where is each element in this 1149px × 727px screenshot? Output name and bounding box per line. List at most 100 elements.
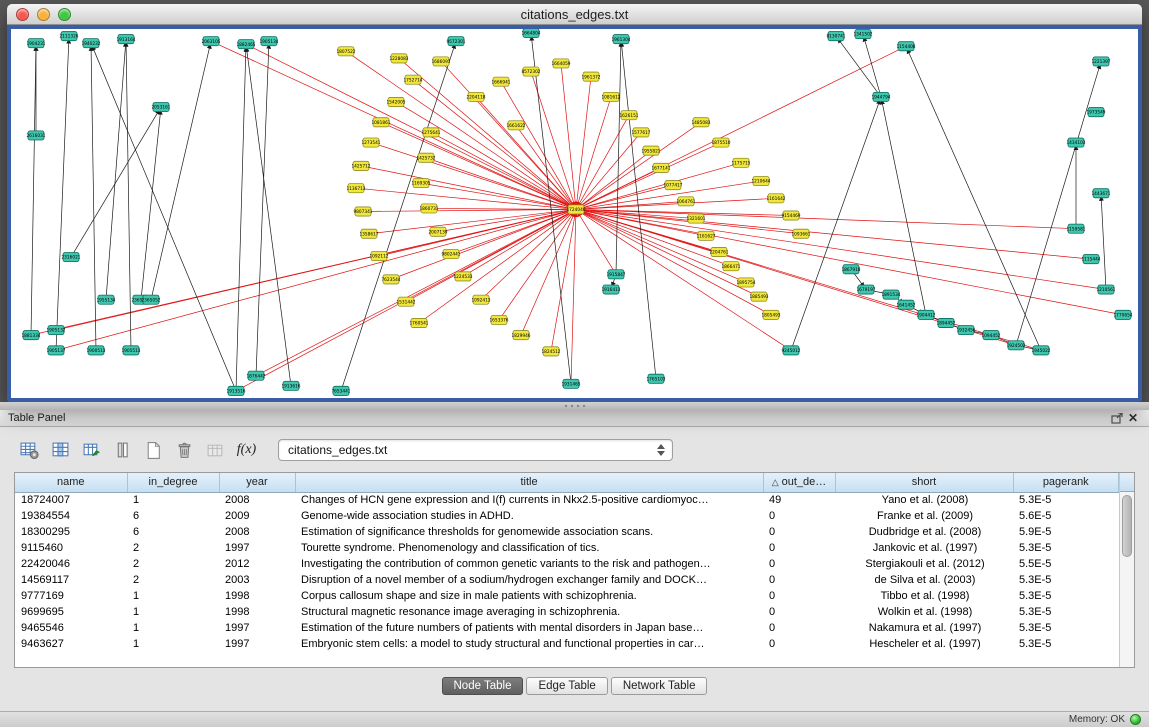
graph-node[interactable]: 1677141 — [651, 163, 670, 172]
graph-node[interactable]: 1867918 — [841, 265, 860, 274]
graph-node[interactable]: 1913616 — [281, 381, 300, 390]
graph-node[interactable]: 1916413 — [601, 285, 620, 294]
table-cell[interactable]: de Silva et al. (2003) — [835, 572, 1013, 588]
table-cell[interactable]: 5.6E-5 — [1013, 508, 1119, 524]
graph-node[interactable]: 1666941 — [491, 77, 510, 86]
graph-node[interactable]: 1154408 — [896, 42, 915, 51]
graph-node[interactable]: 2316021 — [61, 253, 80, 262]
graph-node[interactable]: 1904412 — [916, 310, 935, 319]
graph-node[interactable]: 1891534 — [881, 290, 900, 299]
splitter-handle-icon[interactable] — [563, 404, 587, 408]
graph-node[interactable]: 9572301 — [446, 37, 465, 46]
graph-node[interactable]: 1425712 — [351, 161, 370, 170]
table-cell[interactable]: 5.3E-5 — [1013, 540, 1119, 556]
table-cell[interactable]: 5.3E-5 — [1013, 492, 1119, 508]
graph-node[interactable]: 1425732 — [416, 153, 435, 162]
graph-node[interactable]: 1961304 — [611, 35, 630, 44]
table-cell[interactable]: Disruption of a novel member of a sodium… — [295, 572, 763, 588]
table-cell[interactable]: 1 — [127, 492, 219, 508]
table-cell[interactable]: 1 — [127, 636, 219, 652]
graph-node[interactable]: 2204118 — [466, 92, 485, 101]
graph-node[interactable]: 1159581 — [1066, 224, 1085, 233]
graph-node[interactable]: 1210561 — [1096, 285, 1115, 294]
table-cell[interactable]: 1997 — [219, 620, 295, 636]
table-cell[interactable]: Investigating the contribution of common… — [295, 556, 763, 572]
graph-node[interactable]: 1945022 — [1031, 346, 1050, 355]
graph-node[interactable]: 1894452 — [936, 318, 955, 327]
graph-node[interactable]: 1944794 — [871, 92, 890, 101]
table-cell[interactable]: Tourette syndrome. Phenomenology and cla… — [295, 540, 763, 556]
graph-node[interactable]: 2053161 — [151, 102, 170, 111]
table-cell[interactable]: Jankovic et al. (1997) — [835, 540, 1013, 556]
table-cell[interactable]: 19384554 — [15, 508, 127, 524]
graph-node[interactable]: 1900513 — [86, 346, 105, 355]
graph-node[interactable]: 1895754 — [736, 278, 755, 287]
graph-node[interactable]: 1221397 — [1091, 57, 1110, 66]
graph-node[interactable]: 1081612 — [601, 92, 620, 101]
table-cell[interactable]: 0 — [763, 604, 835, 620]
table-cell[interactable]: 2008 — [219, 524, 295, 540]
table-source-dropdown[interactable]: citations_edges.txt — [278, 439, 673, 461]
column-chooser-button[interactable] — [47, 437, 74, 463]
table-cell[interactable]: 0 — [763, 524, 835, 540]
table-cell[interactable]: 5.3E-5 — [1013, 588, 1119, 604]
table-cell[interactable]: 2012 — [219, 556, 295, 572]
graph-node[interactable]: 9154469 — [781, 211, 800, 220]
window-titlebar[interactable]: citations_edges.txt — [7, 4, 1142, 25]
tab-network-table[interactable]: Network Table — [611, 677, 708, 695]
graph-node[interactable]: 8572302 — [521, 67, 540, 76]
graph-node[interactable]: 1924502 — [1006, 341, 1025, 350]
graph-node[interactable]: 7653441 — [331, 386, 350, 395]
table-cell[interactable]: 6 — [127, 508, 219, 524]
close-window-button[interactable] — [16, 8, 29, 21]
column-header-name[interactable]: name — [15, 473, 127, 492]
tab-node-table[interactable]: Node Table — [442, 677, 524, 695]
graph-node[interactable]: 1882465 — [236, 40, 255, 49]
graph-node[interactable]: 1321601 — [686, 214, 705, 223]
graph-node[interactable]: 1661622 — [506, 121, 525, 130]
graph-node[interactable]: 1273541 — [361, 138, 380, 147]
zoom-window-button[interactable] — [58, 8, 71, 21]
graph-node[interactable]: 1905137 — [46, 346, 65, 355]
graph-node[interactable]: 1664059 — [551, 59, 570, 68]
graph-node[interactable]: 1094452 — [981, 331, 1000, 340]
graph-node[interactable]: 1485083 — [691, 118, 710, 127]
table-cell[interactable]: 22420046 — [15, 556, 127, 572]
column-header-title[interactable]: title — [295, 473, 763, 492]
graph-node[interactable]: 1905132 — [46, 326, 65, 335]
table-cell[interactable]: 5.3E-5 — [1013, 620, 1119, 636]
graph-node[interactable]: 1724046 — [566, 205, 585, 214]
graph-node[interactable]: 1805493 — [761, 310, 780, 319]
column-header-in_degree[interactable]: in_degree — [127, 473, 219, 492]
graph-node[interactable]: 1228083 — [389, 54, 408, 63]
table-cell[interactable]: Nakamura et al. (1997) — [835, 620, 1013, 636]
table-row[interactable]: 946362711997Embryonic stem cells: a mode… — [15, 636, 1119, 652]
table-cell[interactable]: 9115460 — [15, 540, 127, 556]
graph-node[interactable]: 1905513 — [121, 346, 140, 355]
scrollbar-thumb[interactable] — [1122, 495, 1132, 557]
table-cell[interactable]: 49 — [763, 492, 835, 508]
table-cell[interactable]: 0 — [763, 508, 835, 524]
table-cell[interactable]: 9463627 — [15, 636, 127, 652]
table-cell[interactable]: Dudbridge et al. (2008) — [835, 524, 1013, 540]
graph-node[interactable]: 1913516 — [226, 386, 245, 395]
table-cell[interactable]: Structural magnetic resonance image aver… — [295, 604, 763, 620]
table-cell[interactable]: 2 — [127, 556, 219, 572]
table-cell[interactable]: 6 — [127, 524, 219, 540]
table-cell[interactable]: 2 — [127, 572, 219, 588]
table-row[interactable]: 1872400712008Changes of HCN gene express… — [15, 492, 1119, 508]
table-cell[interactable]: 18724007 — [15, 492, 127, 508]
table-cell[interactable]: 1997 — [219, 636, 295, 652]
table-cell[interactable]: Franke et al. (2009) — [835, 508, 1013, 524]
column-header-out_de[interactable]: △out_de… — [763, 473, 835, 492]
graph-node[interactable]: 1973549 — [1086, 108, 1105, 117]
network-graph[interactable]: 1724046180752212280831752714168609115420… — [11, 29, 1138, 398]
delete-table-button[interactable] — [171, 437, 198, 463]
graph-node[interactable]: 1341502 — [853, 30, 872, 39]
graph-node[interactable]: 9802441 — [441, 249, 460, 258]
graph-node[interactable]: 1077417 — [663, 181, 682, 190]
table-row[interactable]: 1456911722003Disruption of a novel membe… — [15, 572, 1119, 588]
table-row[interactable]: 977716911998Corpus callosum shape and si… — [15, 588, 1119, 604]
table-cell[interactable]: Estimation of the future numbers of pati… — [295, 620, 763, 636]
graph-node[interactable]: 1664804 — [521, 29, 540, 38]
